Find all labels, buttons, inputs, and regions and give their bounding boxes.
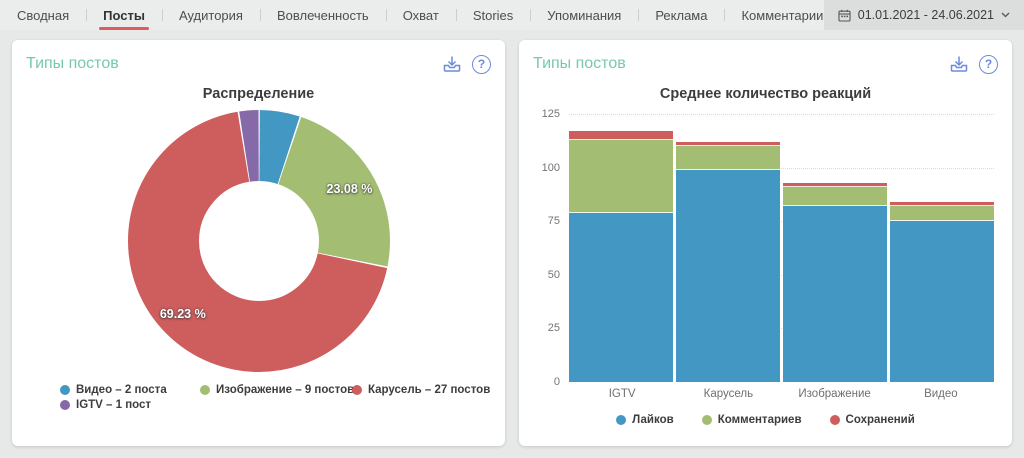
y-tick-label: 0 — [554, 375, 560, 389]
legend-item[interactable]: IGTV – 1 пост — [60, 399, 200, 411]
legend-dot-icon — [60, 385, 70, 395]
bar-legend: Лайков Комментариев Сохранений — [533, 414, 998, 426]
bar-segment — [676, 170, 780, 382]
bar-segment — [676, 146, 780, 170]
legend-label: Карусель – 27 постов — [368, 384, 490, 396]
bar-segment — [890, 221, 994, 382]
nav-tab-6[interactable]: Упоминания — [530, 0, 638, 30]
date-range-text: 01.01.2021 - 24.06.2021 — [858, 8, 994, 22]
legend-dot-icon — [830, 415, 840, 425]
legend-item[interactable]: Изображение – 9 постов — [200, 384, 352, 396]
legend-dot-icon — [702, 415, 712, 425]
bar-column-Видео — [890, 202, 994, 382]
legend-item[interactable]: Лайков — [616, 414, 674, 426]
y-tick-label: 125 — [542, 107, 560, 121]
legend-item[interactable]: Сохранений — [830, 414, 915, 426]
x-axis-label: Изображение — [782, 388, 888, 400]
legend-item[interactable]: Видео – 2 поста — [60, 384, 200, 396]
bar-columns — [569, 114, 994, 382]
help-icon[interactable]: ? — [472, 55, 491, 74]
card-header: Типы постов ? — [533, 52, 998, 76]
x-axis-label: Видео — [888, 388, 994, 400]
card-title: Типы постов — [26, 55, 119, 73]
download-icon[interactable] — [442, 54, 462, 74]
y-tick-label: 100 — [542, 161, 560, 175]
card-actions: ? — [949, 54, 998, 74]
bar-segment — [783, 187, 887, 206]
card-title: Типы постов — [533, 55, 626, 73]
y-tick-label: 75 — [548, 214, 560, 228]
legend-label: IGTV – 1 пост — [76, 399, 151, 411]
post-types-distribution-card: Типы постов ? Распределение 23.08 %69.23… — [12, 40, 505, 446]
x-axis-label: Карусель — [675, 388, 781, 400]
bar-segment — [783, 206, 887, 382]
y-tick-label: 50 — [548, 268, 560, 282]
nav-tab-5[interactable]: Stories — [456, 0, 530, 30]
x-axis-labels: IGTVКарусельИзображениеВидео — [569, 388, 994, 400]
nav-tab-3[interactable]: Вовлеченность — [260, 0, 386, 30]
legend-item[interactable]: Комментариев — [702, 414, 802, 426]
chart-title: Среднее количество реакций — [533, 86, 998, 102]
bar-column-Изображение — [783, 183, 887, 382]
bar-segment — [569, 131, 673, 140]
nav-tab-2[interactable]: Аудитория — [162, 0, 260, 30]
legend-dot-icon — [60, 400, 70, 410]
bar-segment — [569, 213, 673, 382]
nav-tab-4[interactable]: Охват — [386, 0, 456, 30]
y-axis: 0255075100125 — [533, 114, 569, 382]
post-types-reactions-card: Типы постов ? Среднее количество реакций… — [519, 40, 1012, 446]
dashboard-content: Типы постов ? Распределение 23.08 %69.23… — [0, 30, 1024, 458]
nav-items: СводнаяПостыАудиторияВовлеченностьОхватS… — [0, 0, 941, 30]
x-axis-label: IGTV — [569, 388, 675, 400]
card-actions: ? — [442, 54, 491, 74]
legend-dot-icon — [352, 385, 362, 395]
legend-item[interactable]: Карусель – 27 постов — [352, 384, 491, 396]
top-navigation: СводнаяПостыАудиторияВовлеченностьОхватS… — [0, 0, 1024, 30]
legend-label: Комментариев — [718, 414, 802, 426]
download-icon[interactable] — [949, 54, 969, 74]
help-icon[interactable]: ? — [979, 55, 998, 74]
donut-legend: Видео – 2 поста Изображение – 9 постов Кар… — [60, 384, 491, 411]
plot-area — [569, 114, 994, 382]
card-header: Типы постов ? — [26, 52, 491, 76]
legend-dot-icon — [200, 385, 210, 395]
calendar-icon — [838, 9, 851, 22]
nav-tab-7[interactable]: Реклама — [638, 0, 724, 30]
nav-tab-0[interactable]: Сводная — [0, 0, 86, 30]
legend-label: Видео – 2 поста — [76, 384, 167, 396]
legend-label: Лайков — [632, 414, 674, 426]
bar-column-Карусель — [676, 142, 780, 382]
nav-tab-1[interactable]: Посты — [86, 0, 162, 30]
chart-title: Распределение — [26, 86, 491, 102]
stacked-bar-chart: 0255075100125 — [533, 114, 998, 382]
legend-dot-icon — [616, 415, 626, 425]
chevron-down-icon — [1001, 12, 1010, 18]
y-tick-label: 25 — [548, 321, 560, 335]
legend-label: Изображение – 9 постов — [216, 384, 354, 396]
legend-label: Сохранений — [846, 414, 915, 426]
donut-chart: 23.08 %69.23 % — [128, 110, 390, 372]
bar-segment — [890, 206, 994, 221]
bar-column-IGTV — [569, 131, 673, 382]
date-range-picker[interactable]: 01.01.2021 - 24.06.2021 — [824, 0, 1024, 30]
bar-segment — [569, 140, 673, 213]
